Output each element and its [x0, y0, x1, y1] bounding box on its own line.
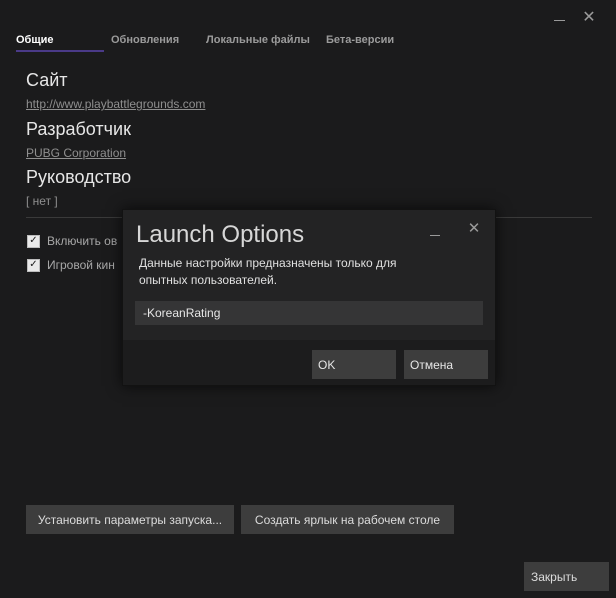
guide-value: [ нет ] [26, 194, 58, 208]
guide-heading: Руководство [26, 167, 132, 187]
tab-updates[interactable]: Обновления [111, 32, 179, 50]
dialog-footer: OK Отмена [123, 340, 495, 385]
overlay-checkbox[interactable]: ✓ [27, 234, 40, 248]
tab-updates-label: Обновления [111, 34, 180, 46]
tab-betas[interactable]: Бета-версии [326, 32, 394, 50]
site-heading: Сайт [26, 70, 68, 90]
theater-checkbox-row[interactable]: ✓ Игровой кин [27, 258, 115, 272]
tab-betas-label: Бета-версии [326, 34, 395, 46]
theater-checkbox[interactable]: ✓ [27, 258, 40, 272]
create-desktop-shortcut-button[interactable]: Создать ярлык на рабочем столе [241, 505, 454, 534]
theater-checkbox-label: Игровой кин [47, 258, 115, 272]
close-window-button[interactable]: ✕ [578, 6, 600, 28]
close-icon: ✕ [467, 220, 481, 237]
developer-heading: Разработчик [26, 119, 131, 139]
tab-general-label: Общие [16, 34, 54, 46]
overlay-checkbox-label: Включить ов [47, 234, 118, 248]
tab-local-files-label: Локальные файлы [206, 34, 310, 46]
developer-link[interactable]: PUBG Corporation [26, 146, 126, 160]
close-icon: ✕ [582, 9, 596, 26]
overlay-checkbox-row[interactable]: ✓ Включить ов [27, 234, 117, 248]
tab-general[interactable]: Общие [16, 32, 104, 52]
dialog-minimize-button[interactable] [428, 224, 442, 238]
dialog-close-button[interactable]: ✕ [466, 220, 482, 237]
set-launch-options-button[interactable]: Установить параметры запуска... [26, 505, 234, 534]
ok-button[interactable]: OK [312, 350, 396, 379]
site-link[interactable]: http://www.playbattlegrounds.com [26, 97, 205, 111]
dialog-description: Данные настройки предназначены только дл… [139, 256, 397, 287]
launch-options-dialog: Launch Options ✕ Данные настройки предна… [122, 209, 496, 386]
close-button[interactable]: Закрыть [524, 562, 609, 591]
cancel-button[interactable]: Отмена [404, 350, 488, 379]
minimize-button[interactable] [548, 6, 570, 28]
launch-options-input[interactable] [135, 301, 483, 325]
dialog-title: Launch Options [136, 221, 305, 248]
minimize-icon [430, 235, 440, 236]
tab-local-files[interactable]: Локальные файлы [206, 32, 310, 50]
minimize-icon [553, 19, 565, 21]
